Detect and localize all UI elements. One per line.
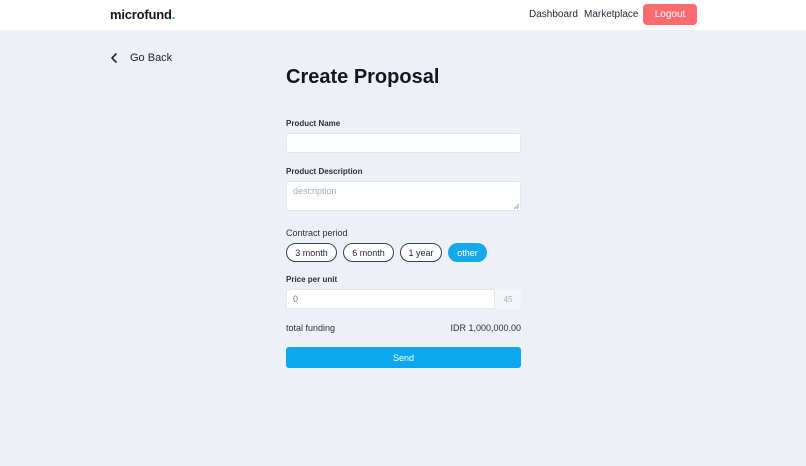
logout-button[interactable]: Logout bbox=[643, 4, 697, 25]
go-back-label: Go Back bbox=[130, 52, 173, 64]
logo-text: microfund bbox=[110, 7, 172, 22]
send-button[interactable]: Send bbox=[286, 347, 521, 368]
page-title: Create Proposal bbox=[286, 66, 440, 88]
price-unit-suffix: 45 bbox=[495, 289, 521, 309]
product-name-label: Product Name bbox=[286, 119, 341, 128]
nav-link-marketplace[interactable]: Marketplace bbox=[584, 9, 638, 20]
go-back-link[interactable]: Go Back bbox=[110, 51, 172, 65]
nav-link-dashboard[interactable]: Dashboard bbox=[529, 9, 578, 20]
top-navbar: microfund. Dashboard Marketplace Logout bbox=[0, 0, 806, 30]
chevron-left-icon bbox=[111, 53, 117, 63]
period-option-other[interactable]: other bbox=[448, 243, 487, 262]
total-funding-label: total funding bbox=[286, 323, 336, 333]
product-description-textarea[interactable] bbox=[286, 181, 521, 211]
resize-grip-icon[interactable] bbox=[513, 203, 519, 209]
total-funding-value: IDR 1,000,000.00 bbox=[450, 323, 521, 333]
period-option-3-month[interactable]: 3 month bbox=[286, 243, 337, 262]
price-per-unit-input[interactable] bbox=[286, 289, 495, 309]
period-option-6-month[interactable]: 6 month bbox=[343, 243, 394, 262]
logo-dot: . bbox=[171, 7, 176, 22]
product-name-input[interactable] bbox=[286, 133, 521, 153]
product-description-label: Product Description bbox=[286, 167, 363, 176]
logo[interactable]: microfund. bbox=[110, 7, 175, 22]
period-option-1-year[interactable]: 1 year bbox=[400, 243, 442, 262]
contract-period-label: Contract period bbox=[286, 228, 348, 238]
price-per-unit-label: Price per unit bbox=[286, 275, 338, 284]
